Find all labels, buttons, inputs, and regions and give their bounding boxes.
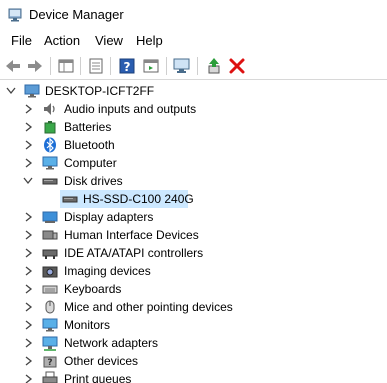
toolbar-separator: [50, 57, 51, 75]
properties-icon[interactable]: [86, 56, 106, 76]
chevron-right-icon[interactable]: [22, 138, 34, 152]
tree-item-label: Disk drives: [64, 174, 123, 188]
menu-action[interactable]: Action: [42, 33, 82, 49]
printer-icon: [42, 371, 58, 383]
tree-item-disk-drives[interactable]: Disk drives: [0, 172, 387, 190]
tree-item-ssd[interactable]: HS-SSD-C100 240G: [0, 190, 387, 208]
tree-item-label: Other devices: [64, 354, 139, 368]
tree-item-mice[interactable]: Mice and other pointing devices: [0, 298, 387, 316]
tree-item-print-queues[interactable]: Print queues: [0, 370, 387, 383]
chevron-right-icon[interactable]: [22, 336, 34, 350]
toolbar-separator: [197, 57, 198, 75]
chevron-right-icon[interactable]: [22, 246, 34, 260]
tree-item-keyboards[interactable]: Keyboards: [0, 280, 387, 298]
chevron-right-icon[interactable]: [22, 282, 34, 296]
menu-view[interactable]: View: [93, 33, 125, 49]
scan-hardware-icon[interactable]: [172, 56, 192, 76]
tree-item-label: Imaging devices: [64, 264, 151, 278]
camera-icon: [42, 266, 58, 278]
tree-item-batteries[interactable]: Batteries: [0, 118, 387, 136]
chevron-right-icon[interactable]: [22, 264, 34, 278]
chevron-right-icon[interactable]: [22, 300, 34, 314]
menu-file[interactable]: File: [9, 33, 34, 49]
chevron-right-icon[interactable]: [22, 228, 34, 242]
toolbar-separator: [80, 57, 81, 75]
keyboard-icon: [42, 285, 58, 294]
disk-drive-icon: [42, 178, 58, 185]
device-tree: DESKTOP-ICFT2FF Audio inputs and outputs…: [0, 82, 387, 383]
action-pane-icon[interactable]: [141, 56, 161, 76]
computer-icon: [24, 84, 40, 98]
chevron-down-icon[interactable]: [5, 84, 17, 98]
chevron-right-icon[interactable]: [22, 354, 34, 368]
chevron-right-icon[interactable]: [22, 120, 34, 134]
tree-item-label: Keyboards: [64, 282, 122, 296]
tree-item-label: Batteries: [64, 120, 112, 134]
tree-item-other-devices[interactable]: ? Other devices: [0, 352, 387, 370]
tree-root-label: DESKTOP-ICFT2FF: [45, 84, 155, 98]
svg-text:?: ?: [124, 60, 131, 74]
tree-item-hid[interactable]: Human Interface Devices: [0, 226, 387, 244]
chevron-right-icon[interactable]: [22, 156, 34, 170]
back-icon[interactable]: [3, 56, 23, 76]
toolbar: ?: [0, 53, 387, 80]
help-icon[interactable]: ?: [117, 56, 137, 76]
tree-item-label: Display adapters: [64, 210, 154, 224]
tree-item-label: Computer: [64, 156, 117, 170]
tree-item-label: Audio inputs and outputs: [64, 102, 197, 116]
hid-icon: [42, 230, 58, 240]
window-title: Device Manager: [29, 7, 124, 22]
mouse-icon: [45, 300, 55, 314]
tree-item-label: Network adapters: [64, 336, 159, 350]
tree-item-audio[interactable]: Audio inputs and outputs: [0, 100, 387, 118]
tree-item-monitors[interactable]: Monitors: [0, 316, 387, 334]
tree-item-ide[interactable]: IDE ATA/ATAPI controllers: [0, 244, 387, 262]
ide-controller-icon: [42, 249, 58, 259]
chevron-right-icon[interactable]: [22, 372, 34, 383]
svg-text:?: ?: [47, 358, 52, 368]
monitor-icon: [42, 156, 58, 170]
title-bar: Device Manager: [0, 0, 387, 30]
tree-item-imaging[interactable]: Imaging devices: [0, 262, 387, 280]
chevron-right-icon[interactable]: [22, 318, 34, 332]
tree-item-label: Bluetooth: [64, 138, 115, 152]
properties-console-icon[interactable]: [56, 56, 76, 76]
speaker-icon: [44, 103, 55, 115]
unknown-device-icon: ?: [43, 356, 57, 368]
menu-help[interactable]: Help: [134, 33, 165, 49]
uninstall-device-icon[interactable]: [227, 56, 247, 76]
tree-item-label: HS-SSD-C100 240G: [83, 192, 194, 206]
chevron-down-icon[interactable]: [22, 174, 34, 188]
bluetooth-icon: [44, 137, 56, 153]
network-adapter-icon: [42, 336, 58, 351]
display-adapter-icon: [42, 211, 58, 223]
monitor-icon: [42, 318, 58, 332]
update-driver-icon[interactable]: [204, 56, 224, 76]
disk-drive-icon: [62, 196, 78, 203]
chevron-right-icon[interactable]: [22, 210, 34, 224]
forward-icon[interactable]: [25, 56, 45, 76]
chevron-right-icon[interactable]: [22, 102, 34, 116]
device-manager-icon: [8, 8, 22, 22]
tree-item-label: Print queues: [64, 372, 132, 383]
tree-item-label: Human Interface Devices: [64, 228, 199, 242]
tree-item-display-adapters[interactable]: Display adapters: [0, 208, 387, 226]
battery-icon: [44, 121, 56, 134]
tree-item-bluetooth[interactable]: Bluetooth: [0, 136, 387, 154]
tree-item-label: IDE ATA/ATAPI controllers: [64, 246, 204, 260]
toolbar-separator: [166, 57, 167, 75]
tree-item-computer[interactable]: Computer: [0, 154, 387, 172]
tree-item-label: Mice and other pointing devices: [64, 300, 233, 314]
tree-item-network[interactable]: Network adapters: [0, 334, 387, 352]
toolbar-separator: [110, 57, 111, 75]
tree-root[interactable]: DESKTOP-ICFT2FF: [0, 82, 387, 100]
tree-item-label: Monitors: [64, 318, 111, 332]
menu-bar: File Action View Help: [0, 30, 387, 52]
